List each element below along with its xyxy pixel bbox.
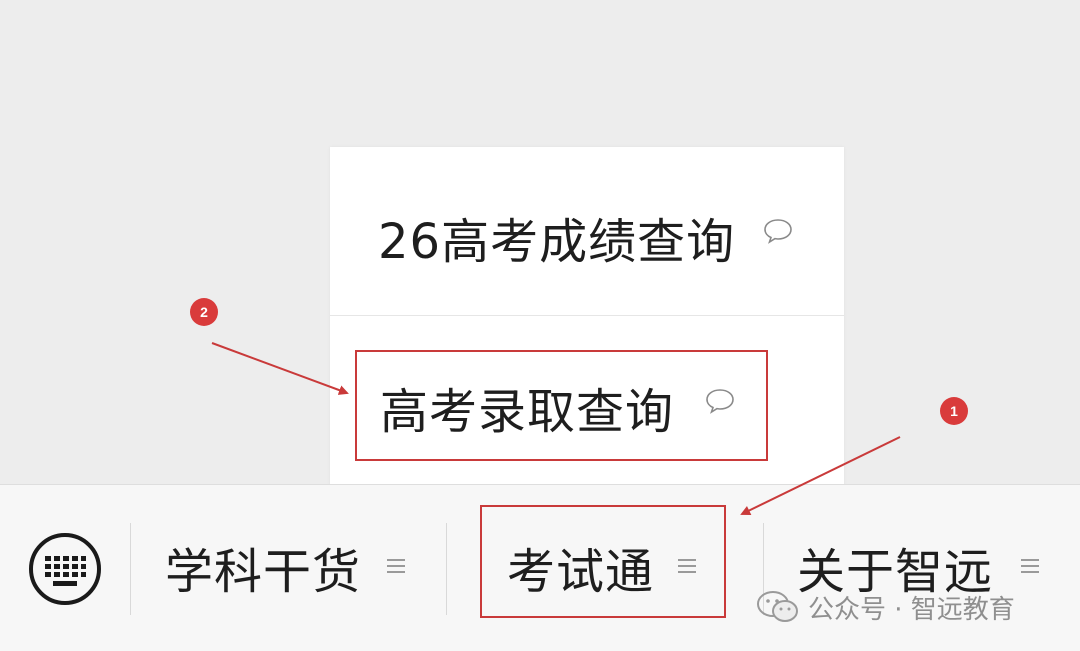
screen: 26高考成绩查询 高考录取查询 学科干货 考试通 关于智远 2 1 公众号 · … <box>0 0 1080 651</box>
watermark-text: 公众号 · 智远教育 <box>808 594 1015 625</box>
highlight-box-exam-pass <box>480 505 726 618</box>
wechat-logo-icon <box>757 591 798 622</box>
arrow-2 <box>211 342 349 395</box>
step-badge-2: 2 <box>190 298 218 326</box>
menu-separator <box>446 523 447 615</box>
highlight-box-admission-query <box>355 350 768 461</box>
submenu-lines-icon <box>1021 559 1039 577</box>
submenu-item-label: 26高考成绩查询 <box>378 214 736 270</box>
step-badge-1: 1 <box>940 397 968 425</box>
keyboard-icon[interactable] <box>28 532 102 606</box>
submenu-item-score-query[interactable]: 26高考成绩查询 <box>330 147 844 315</box>
menu-item-label: 学科干货 <box>165 544 362 600</box>
watermark: 公众号 · 智远教育 <box>756 590 1015 625</box>
menu-item-subject-materials[interactable]: 学科干货 <box>165 537 415 600</box>
menu-separator <box>130 523 131 615</box>
chat-bubble-icon <box>764 219 792 244</box>
submenu-lines-icon <box>387 559 405 577</box>
